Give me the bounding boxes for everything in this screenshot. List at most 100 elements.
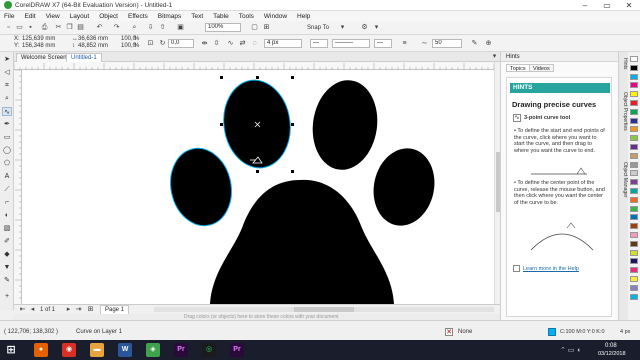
polygon-tool-icon[interactable]: ⬠ (2, 159, 12, 168)
color-swatch[interactable] (630, 214, 638, 221)
new-document-icon[interactable]: ▫ (4, 23, 13, 32)
paste-icon[interactable]: ▤ (76, 23, 85, 32)
color-swatch[interactable] (630, 188, 638, 194)
options-gear-icon[interactable]: ⚙ (360, 23, 369, 32)
mirror-vertical-icon[interactable]: ⇳ (212, 39, 221, 48)
full-screen-icon[interactable]: ▢ (250, 23, 259, 32)
color-swatch[interactable] (630, 100, 638, 106)
wrap-text-icon[interactable]: ≡ (400, 39, 409, 48)
vertical-ruler[interactable] (14, 70, 22, 304)
text-tool-icon[interactable]: A (2, 172, 12, 181)
drop-shadow-icon[interactable]: ◐ (2, 211, 12, 220)
word-icon[interactable]: W (118, 343, 132, 357)
recorder-icon[interactable]: ◎ (202, 343, 216, 357)
color-swatch[interactable] (630, 170, 638, 177)
premiere-second-icon[interactable]: Pr (230, 343, 244, 357)
copy-icon[interactable]: ❐ (65, 23, 74, 32)
launch-icon[interactable]: ▾ (372, 23, 381, 32)
import-icon[interactable]: ⇩ (146, 23, 155, 32)
paw-toe-left[interactable] (164, 143, 239, 232)
color-swatch[interactable] (630, 284, 638, 291)
color-swatch[interactable] (630, 240, 638, 247)
horizontal-scroll-thumb[interactable] (294, 307, 354, 312)
vtab-object-manager[interactable]: Object Manager (620, 162, 628, 198)
menu-effects[interactable]: Effects (128, 13, 148, 20)
parallel-dimension-icon[interactable]: ⟋ (2, 185, 12, 194)
menu-window[interactable]: Window (264, 13, 287, 20)
color-swatch[interactable] (630, 152, 638, 159)
expand-toolbox-icon[interactable]: + (2, 292, 12, 301)
vtab-hints[interactable]: Hints (620, 58, 628, 69)
cut-icon[interactable]: ✂ (54, 23, 63, 32)
color-swatch[interactable] (630, 135, 638, 142)
chrome-icon[interactable]: ◉ (62, 343, 76, 357)
firefox-icon[interactable]: ● (34, 343, 48, 357)
rulers-icon[interactable]: ⊞ (262, 23, 271, 32)
menu-bitmaps[interactable]: Bitmaps (158, 13, 181, 20)
transparency-icon[interactable]: ▧ (2, 224, 12, 233)
color-swatch[interactable] (630, 91, 638, 98)
menu-table[interactable]: Table (213, 13, 229, 20)
minimize-button[interactable]: – (574, 0, 596, 11)
open-icon[interactable]: ▭ (15, 23, 24, 32)
end-arrowhead-select[interactable]: — (374, 39, 392, 48)
tab-list-dropdown-icon[interactable]: ▾ (490, 52, 499, 61)
learn-more-link[interactable]: Learn more in the Help (523, 266, 615, 273)
paw-toe-top-right[interactable] (307, 76, 383, 174)
redo-icon[interactable]: ↷ (112, 23, 121, 32)
zoom-tool-icon[interactable]: ⌕ (2, 94, 12, 103)
export-icon[interactable]: ⇧ (158, 23, 167, 32)
close-button[interactable]: ✕ (618, 0, 640, 11)
color-swatch[interactable] (630, 108, 638, 115)
color-swatch[interactable] (630, 223, 638, 230)
color-swatch[interactable] (630, 144, 638, 150)
paw-main-pad[interactable] (210, 179, 394, 304)
previous-page-icon[interactable]: ◂ (28, 305, 37, 314)
mirror-horizontal-icon[interactable]: ⇹ (200, 39, 209, 48)
outline-width-select[interactable]: 4 px (264, 39, 302, 48)
connector-tool-icon[interactable]: ⌐ (2, 198, 12, 207)
tab-page-1[interactable]: Page 1 (100, 305, 130, 314)
fill-none-icon[interactable]: ✕ (445, 328, 453, 336)
x-position-field[interactable]: 125,639 mm (22, 36, 55, 42)
lock-ratio-icon[interactable]: ⊡ (146, 39, 155, 48)
curve-smoothing-field[interactable]: 50 (432, 39, 462, 48)
next-page-icon[interactable]: ▸ (64, 305, 73, 314)
color-swatch[interactable] (630, 161, 638, 168)
undo-icon[interactable]: ↶ (95, 23, 104, 32)
maximize-button[interactable]: ▭ (596, 0, 618, 11)
print-icon[interactable]: ⎙ (40, 23, 49, 32)
premiere-icon[interactable]: Pr (174, 343, 188, 357)
color-swatch[interactable] (630, 205, 638, 212)
outline-pen-icon[interactable]: ✎ (2, 276, 12, 285)
menu-edit[interactable]: Edit (24, 13, 35, 20)
color-swatch[interactable] (630, 293, 638, 300)
menu-layout[interactable]: Layout (70, 13, 90, 20)
artistic-media-icon[interactable]: ✒ (2, 120, 12, 129)
color-swatch[interactable] (630, 73, 638, 80)
add-page-icon[interactable]: ⊞ (86, 305, 95, 314)
menu-file[interactable]: File (4, 13, 14, 20)
quick-customize-icon[interactable]: ⊕ (484, 39, 493, 48)
vtab-object-properties[interactable]: Object Properties (620, 92, 628, 131)
last-page-icon[interactable]: ⇥ (74, 305, 83, 314)
interactive-fill-icon[interactable]: ◆ (2, 250, 12, 259)
convert-to-curves-icon[interactable]: ∿ (226, 39, 235, 48)
tray-icons[interactable]: ⌃ ▭ ◖ (560, 346, 581, 354)
menu-help[interactable]: Help (297, 13, 310, 20)
search-content-icon[interactable]: ⌕ (130, 23, 139, 32)
color-swatch[interactable] (630, 64, 638, 71)
color-swatch[interactable] (630, 126, 638, 133)
horizontal-ruler[interactable] (14, 62, 500, 70)
curve-tool-icon[interactable]: ∿ (2, 107, 12, 116)
snap-to-dropdown-icon[interactable]: ▾ (338, 23, 347, 32)
height-field[interactable]: 48,852 mm (78, 43, 108, 49)
color-swatch[interactable] (630, 276, 638, 282)
width-field[interactable]: 36,636 mm (78, 36, 108, 42)
menu-text[interactable]: Text (191, 13, 203, 20)
file-explorer-icon[interactable]: ▬ (90, 343, 104, 357)
first-page-icon[interactable]: ⇤ (18, 305, 27, 314)
publish-pdf-icon[interactable]: ▣ (176, 23, 185, 32)
tab-videos[interactable]: Videos (529, 64, 554, 72)
menu-tools[interactable]: Tools (239, 13, 254, 20)
